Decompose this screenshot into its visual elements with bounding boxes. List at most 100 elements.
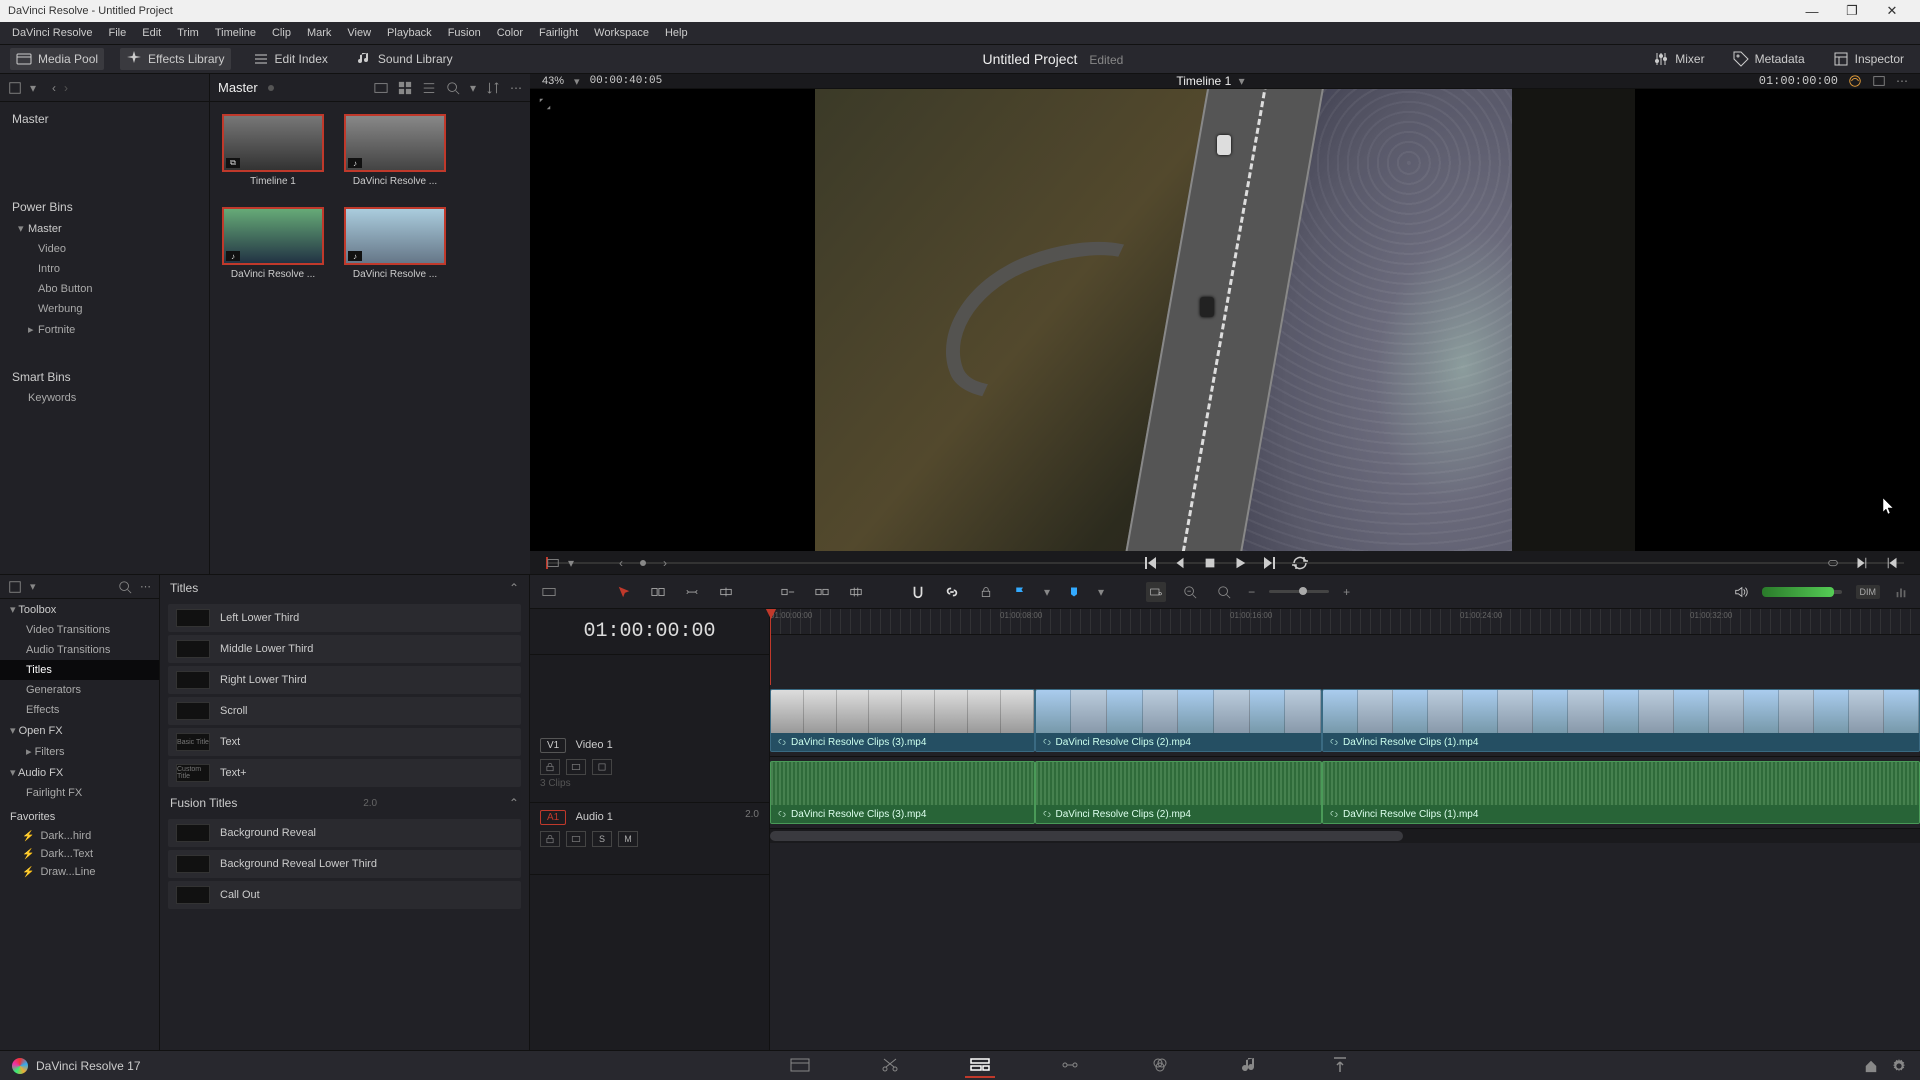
flag-button[interactable] [1010,582,1030,602]
next-edit-alt[interactable]: › [654,552,676,574]
solo-button[interactable]: S [592,831,612,847]
powerbin-fortnite[interactable]: ▸Fortnite [0,319,209,340]
audio-lock-icon[interactable] [540,831,560,847]
transform-overlay-icon[interactable] [546,556,560,570]
single-viewer-icon[interactable] [1872,74,1886,88]
fx-video-transitions[interactable]: Video Transitions [0,620,159,640]
menu-view[interactable]: View [339,24,379,42]
first-frame-button[interactable] [1139,552,1161,574]
view-list-icon[interactable] [422,81,436,95]
track-disable-icon[interactable] [592,759,612,775]
viewer-more-icon[interactable]: ⋯ [1896,74,1908,88]
audio-lane[interactable]: DaVinci Resolve Clips (3).mp4DaVinci Res… [770,757,1920,829]
media-page-button[interactable] [785,1054,815,1078]
video-track-tag[interactable]: V1 [540,738,566,753]
fx-panel-chevron[interactable]: ▾ [30,580,36,593]
audio-track-tag[interactable]: A1 [540,810,566,825]
powerbin-video[interactable]: Video [0,239,209,259]
prev-frame-button[interactable] [1169,552,1191,574]
fusion-page-button[interactable] [1055,1054,1085,1078]
toolbox-node[interactable]: ▾ Toolbox [0,599,159,620]
fx-generators[interactable]: Generators [0,680,159,700]
nav-back[interactable]: ‹ [52,81,56,95]
powerbin-abo-button[interactable]: Abo Button [0,279,209,299]
overlay-chevron[interactable]: ▾ [568,556,574,570]
menu-trim[interactable]: Trim [169,24,207,42]
nav-fwd[interactable]: › [64,81,68,95]
prev-edit-button[interactable] [1882,552,1904,574]
zoom-in-button[interactable]: + [1343,585,1350,599]
menu-workspace[interactable]: Workspace [586,24,657,42]
track-lock-icon[interactable] [540,759,560,775]
fx-effects[interactable]: Effects [0,700,159,720]
color-page-button[interactable] [1145,1054,1175,1078]
fairlight-page-button[interactable] [1235,1054,1265,1078]
window-close[interactable]: ✕ [1872,0,1912,22]
prev-edit-alt[interactable]: ‹ [610,552,632,574]
fusion-title-preset[interactable]: Background Reveal Lower Third [168,850,521,878]
home-icon[interactable] [1864,1059,1878,1073]
next-frame-button[interactable] [1259,552,1281,574]
menu-mark[interactable]: Mark [299,24,339,42]
timeline-timecode[interactable]: 01:00:00:00 [530,609,769,655]
search-icon[interactable] [446,81,460,95]
more-icon[interactable]: ⋯ [510,81,522,95]
menu-help[interactable]: Help [657,24,696,42]
viewer-title[interactable]: Timeline 1 [1176,74,1231,88]
expand-icon[interactable] [538,97,552,111]
view-metadata-icon[interactable] [374,81,388,95]
clip-thumb[interactable]: ♪DaVinci Resolve ... [344,207,446,280]
favorite-item[interactable]: Draw...Line [0,863,159,881]
title-preset[interactable]: Left Lower Third [168,604,521,632]
zoom-slider[interactable] [1269,590,1329,593]
viewer-title-chevron[interactable]: ▾ [1239,74,1245,88]
fx-titles[interactable]: Titles [0,660,159,680]
track-auto-icon[interactable] [566,759,586,775]
menu-davinci-resolve[interactable]: DaVinci Resolve [4,24,101,42]
fairlightfx-node[interactable]: Fairlight FX [0,783,159,803]
clip-thumb[interactable]: ♪DaVinci Resolve ... [344,114,446,187]
replace-clip-button[interactable] [846,582,866,602]
bin-list-icon[interactable] [8,81,22,95]
fx-audio-transitions[interactable]: Audio Transitions [0,640,159,660]
title-preset[interactable]: Middle Lower Third [168,635,521,663]
audio-clip[interactable]: DaVinci Resolve Clips (1).mp4 [1322,761,1920,824]
zoom-custom-icon[interactable] [1214,582,1234,602]
titles-category[interactable]: Titles ⌃ [160,575,529,601]
metadata-toggle[interactable]: Metadata [1727,48,1811,70]
master-bin[interactable]: Master [0,102,209,130]
play-button[interactable] [1229,552,1251,574]
menu-playback[interactable]: Playback [379,24,440,42]
zoom-out-button[interactable]: − [1248,585,1255,599]
timeline-scrollbar[interactable] [770,829,1920,843]
bypass-icon[interactable] [1848,74,1862,88]
deliver-page-button[interactable] [1325,1054,1355,1078]
menu-timeline[interactable]: Timeline [207,24,264,42]
stop-button[interactable] [1199,552,1221,574]
link-toggle[interactable] [942,582,962,602]
video-clip[interactable]: DaVinci Resolve Clips (2).mp4 [1035,689,1323,752]
video-lane[interactable]: DaVinci Resolve Clips (3).mp4DaVinci Res… [770,685,1920,757]
effectslib-toggle[interactable]: Effects Library [120,48,230,70]
trim-tool[interactable] [648,582,668,602]
dim-button[interactable]: DIM [1856,585,1881,599]
dynamic-trim-tool[interactable] [682,582,702,602]
mute-button[interactable]: M [618,831,638,847]
fusion-title-preset[interactable]: Background Reveal [168,819,521,847]
find-icon[interactable] [1146,582,1166,602]
title-preset[interactable]: Custom TitleText+ [168,759,521,787]
video-clip[interactable]: DaVinci Resolve Clips (3).mp4 [770,689,1035,752]
volume-icon[interactable] [1734,585,1748,599]
marker-chevron[interactable]: ▾ [1098,585,1104,599]
search-chevron[interactable]: ▾ [470,81,476,95]
favorite-item[interactable]: Dark...hird [0,827,159,845]
fx-search-icon[interactable] [118,580,132,594]
fx-panel-icon[interactable] [8,580,22,594]
favorite-item[interactable]: Dark...Text [0,845,159,863]
edit-page-button[interactable] [965,1054,995,1078]
audiofx-node[interactable]: ▾ Audio FX [0,762,159,783]
view-thumb-icon[interactable] [398,81,412,95]
insert-clip-button[interactable] [778,582,798,602]
soundlib-toggle[interactable]: Sound Library [350,48,459,70]
bin-breadcrumb[interactable]: Master [218,80,258,95]
